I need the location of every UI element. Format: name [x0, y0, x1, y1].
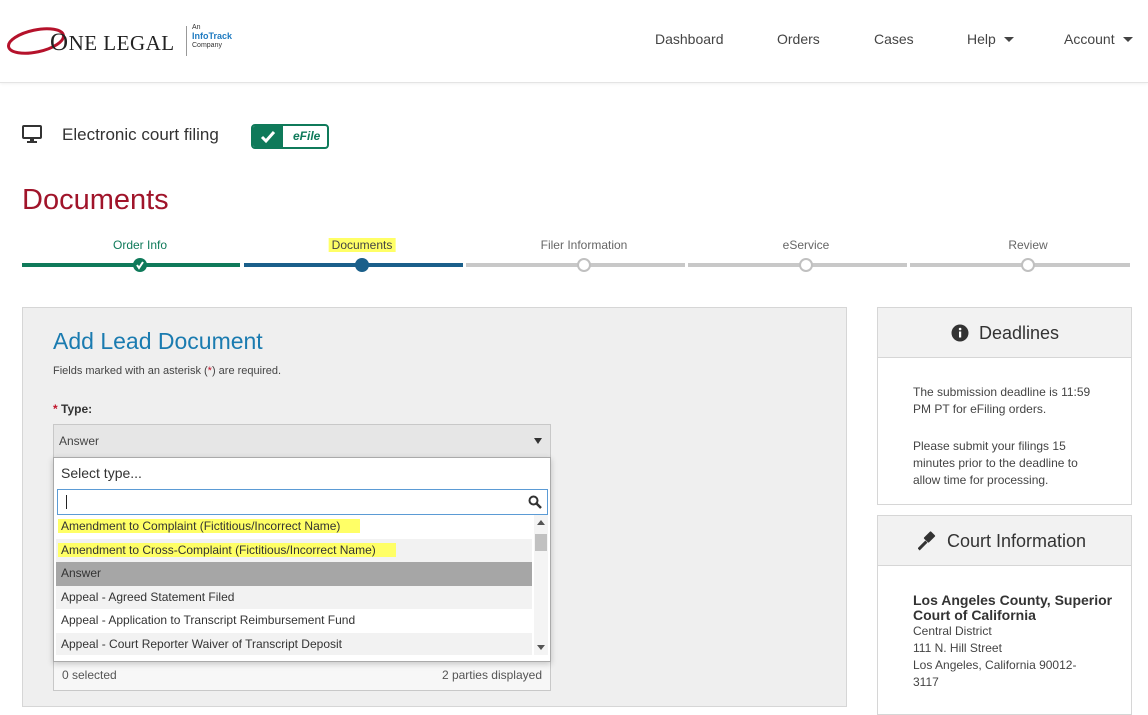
dropdown-header: Select type...: [61, 465, 142, 481]
type-dropdown: Select type... Amendment to Complaint (F…: [53, 457, 551, 662]
step-label-review: Review: [1008, 238, 1048, 252]
scroll-thumb[interactable]: [535, 534, 547, 551]
dropdown-option-selected[interactable]: Answer: [56, 562, 532, 586]
type-select[interactable]: Answer: [53, 424, 551, 458]
court-district: Central District: [913, 624, 992, 638]
deadlines-title: Deadlines: [979, 323, 1060, 343]
step-label-order-info[interactable]: Order Info: [113, 238, 167, 252]
parties-displayed: 2 parties displayed: [441, 668, 542, 682]
chevron-down-icon: [1122, 37, 1133, 42]
step-bar-eservice: [688, 263, 907, 267]
step-label-eservice: eService: [782, 238, 830, 252]
court-details: Los Angeles County, Superior Court of Ca…: [913, 593, 1123, 691]
step-label-filer-info: Filer Information: [540, 238, 628, 252]
required-note: Fields marked with an asterisk (*) are r…: [53, 365, 282, 377]
dropdown-search-input[interactable]: [57, 489, 548, 515]
nav-help[interactable]: Help: [967, 31, 1014, 47]
court-city: Los Angeles, California 90012-3117: [913, 658, 1077, 689]
check-icon: [260, 131, 276, 144]
monitor-icon: [22, 125, 42, 143]
logo-wordmark: ONE LEGAL: [50, 29, 175, 56]
deadlines-card: Deadlines The submission deadline is 11:…: [877, 307, 1132, 505]
type-select-value: Answer: [59, 434, 100, 448]
step-dot-documents[interactable]: [355, 258, 369, 272]
efile-toggle-label: eFile: [293, 129, 321, 143]
dropdown-option[interactable]: Appeal - Agreed Statement Filed: [56, 585, 532, 609]
court-info-card: Court Information Los Angeles County, Su…: [877, 515, 1132, 715]
step-bar-review: [910, 263, 1130, 267]
selected-count: 0 selected: [62, 668, 117, 682]
info-icon: [951, 324, 969, 342]
step-dot-eservice: [799, 258, 813, 272]
search-icon[interactable]: [528, 495, 542, 509]
step-dot-review: [1021, 258, 1035, 272]
dropdown-option[interactable]: Amendment to Complaint (Fictitious/Incor…: [56, 515, 532, 539]
efile-title: Electronic court filing: [62, 125, 219, 144]
gavel-icon: [918, 531, 936, 551]
step-bar-filer-info: [466, 263, 685, 267]
check-icon: [136, 261, 144, 270]
step-dot-order-info[interactable]: [133, 258, 147, 272]
nav-account[interactable]: Account: [1064, 31, 1133, 47]
step-bar-documents: [244, 263, 463, 267]
nav-orders[interactable]: Orders: [777, 31, 820, 47]
court-name: Los Angeles County, Superior Court of Ca…: [913, 592, 1113, 623]
dropdown-list: Amendment to Complaint (Fictitious/Incor…: [56, 515, 532, 655]
step-dot-filer-info: [577, 258, 591, 272]
deadline-note: Please submit your filings 15 minutes pr…: [913, 439, 1078, 487]
step-bar-order-info: [22, 263, 240, 267]
top-header: ONE LEGAL An InfoTrack Company Dashboard…: [0, 0, 1148, 83]
efile-toggle[interactable]: eFile: [251, 124, 329, 149]
page-title: Documents: [22, 184, 169, 216]
chevron-down-icon: [1003, 37, 1014, 42]
dropdown-option[interactable]: Appeal - Application to Transcript Reimb…: [56, 609, 532, 633]
dropdown-arrow-icon: [534, 438, 542, 444]
court-street: 111 N. Hill Street: [913, 641, 1002, 655]
court-info-card-header: Court Information: [878, 516, 1131, 566]
dropdown-scrollbar[interactable]: [534, 515, 548, 655]
logo-infotrack: An InfoTrack Company: [192, 24, 233, 49]
step-label-documents[interactable]: Documents: [328, 238, 396, 252]
dropdown-option[interactable]: Amendment to Cross-Complaint (Fictitious…: [56, 538, 532, 562]
deadline-text: The submission deadline is 11:59 PM PT f…: [913, 385, 1091, 416]
scroll-up-icon[interactable]: [537, 520, 545, 525]
nav-cases[interactable]: Cases: [874, 31, 914, 47]
type-label: * Type:: [53, 402, 93, 416]
court-info-title: Court Information: [947, 531, 1087, 551]
dropdown-option[interactable]: Appeal - Court Reporter Waiver of Transc…: [56, 632, 532, 655]
form-heading: Add Lead Document: [53, 328, 263, 354]
logo-divider: [186, 26, 187, 56]
nav-dashboard[interactable]: Dashboard: [655, 31, 724, 47]
deadlines-card-header: Deadlines: [878, 308, 1131, 358]
scroll-down-icon[interactable]: [537, 645, 545, 650]
one-legal-logo[interactable]: ONE LEGAL An InfoTrack Company: [6, 20, 256, 62]
parties-footer: 0 selected 2 parties displayed: [53, 658, 551, 691]
text-cursor: [66, 495, 67, 509]
efile-toggle-knob: [253, 126, 283, 147]
